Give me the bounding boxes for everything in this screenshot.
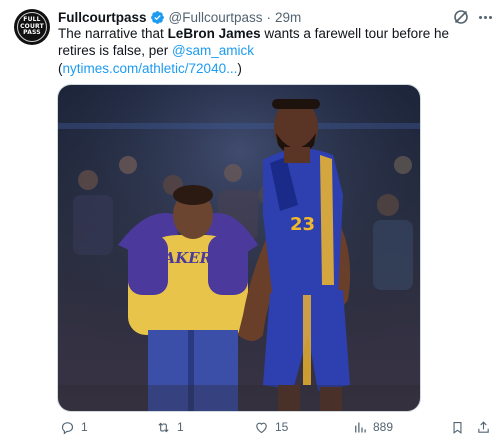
views-chart-icon xyxy=(355,422,366,432)
share-button[interactable] xyxy=(476,418,497,436)
tweet-text-bold: LeBron James xyxy=(167,26,261,41)
more-dot-icon xyxy=(478,15,482,19)
views-count: 889 xyxy=(373,420,394,434)
reply-button[interactable]: 1 xyxy=(60,418,88,436)
tweet-text-part-1: The narrative that xyxy=(58,26,168,41)
avatar[interactable]: FULL COURT PASS xyxy=(14,9,50,45)
tweet-text: The narrative that LeBron James wants a … xyxy=(58,25,488,59)
more-dot-icon xyxy=(483,15,487,19)
grok-icon[interactable] xyxy=(452,8,470,26)
retweet-button[interactable]: 1 xyxy=(156,418,184,436)
more-dot-icon xyxy=(488,15,492,19)
bookmark-icon xyxy=(453,421,462,434)
article-link[interactable]: nytimes.com/athletic/72040... xyxy=(63,61,238,76)
tweet-card[interactable]: FULL COURT PASS Fullcourtpass @Fullcourt… xyxy=(0,0,500,440)
tweet-header: Fullcourtpass @Fullcourtpass · 29m xyxy=(58,8,301,26)
separator-dot: · xyxy=(266,9,272,25)
like-count: 15 xyxy=(275,420,289,434)
views-button[interactable]: 889 xyxy=(352,418,393,436)
more-options-icon[interactable] xyxy=(476,8,494,26)
jersey-text: LAKERS xyxy=(152,249,223,267)
retweet-count: 1 xyxy=(177,420,184,434)
tweet-actions: 1 1 15 889 xyxy=(58,418,490,436)
retweet-icon xyxy=(158,422,169,432)
mention-link[interactable]: @sam_amick xyxy=(172,43,254,58)
reply-icon xyxy=(61,421,74,434)
link-close-paren: ) xyxy=(237,61,242,76)
share-icon xyxy=(478,420,489,433)
verified-badge-icon xyxy=(150,10,164,24)
handle[interactable]: @Fullcourtpass xyxy=(169,10,263,25)
jersey-number-icon: 23 xyxy=(290,214,315,235)
timestamp[interactable]: 29m xyxy=(275,10,301,25)
tweet-image[interactable]: LAKERS 23 xyxy=(57,84,421,412)
avatar-logo-line-3: PASS xyxy=(23,29,41,37)
link-line: (nytimes.com/athletic/72040...) xyxy=(58,60,242,77)
reply-count: 1 xyxy=(81,420,88,434)
heart-icon xyxy=(256,422,267,433)
bookmark-button[interactable] xyxy=(450,418,471,436)
like-button[interactable]: 15 xyxy=(254,418,288,436)
display-name[interactable]: Fullcourtpass xyxy=(58,10,147,25)
basketball-photo: LAKERS 23 xyxy=(58,85,420,411)
